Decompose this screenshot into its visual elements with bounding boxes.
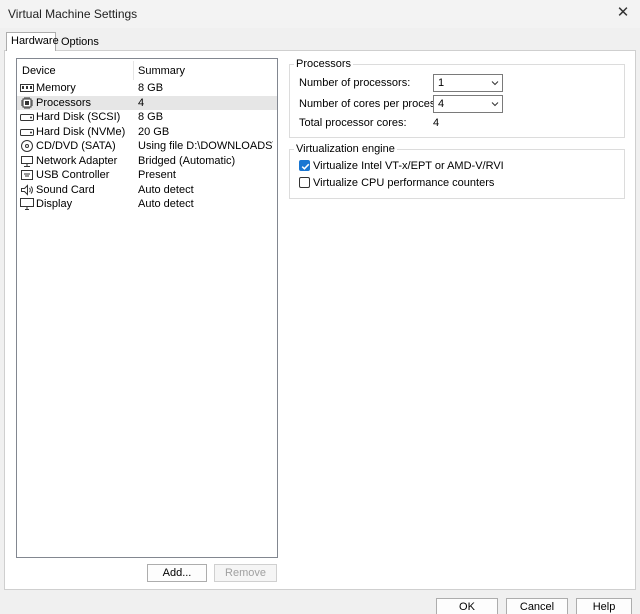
device-row[interactable]: CD/DVD (SATA) Using file D:\DOWNLOADS\IS.… xyxy=(17,139,277,154)
virtualization-engine-group xyxy=(289,149,625,199)
device-rows: Memory 8 GB Processors 4 Hard Disk (SCSI) 8 G… xyxy=(17,81,277,212)
sound-card-icon xyxy=(20,183,34,196)
device-summary: Present xyxy=(138,169,176,181)
device-summary: Auto detect xyxy=(138,183,194,196)
device-name: CD/DVD (SATA) xyxy=(36,140,116,152)
help-button[interactable]: Help xyxy=(576,598,632,614)
remove-device-button[interactable]: Remove xyxy=(214,564,277,582)
cancel-button[interactable]: Cancel xyxy=(506,598,568,614)
window-title: Virtual Machine Settings xyxy=(8,7,138,21)
hard-disk-icon xyxy=(20,111,34,123)
add-device-button[interactable]: Add... xyxy=(147,564,207,582)
device-row[interactable]: USB Controller Present xyxy=(17,168,277,183)
device-row[interactable]: Memory 8 GB xyxy=(17,81,277,96)
virtualization-engine-title: Virtualization engine xyxy=(294,143,397,155)
device-summary: 20 GB xyxy=(138,125,170,138)
processor-icon xyxy=(20,96,34,109)
device-summary: 8 GB xyxy=(138,111,164,123)
device-row[interactable]: Hard Disk (SCSI) 8 GB xyxy=(17,110,277,125)
device-name: Network Adapter xyxy=(36,154,118,167)
vtx-label[interactable]: Virtualize Intel VT-x/EPT or AMD-V/RVI xyxy=(313,160,504,172)
num-processors-label: Number of processors: xyxy=(299,77,411,89)
device-row[interactable]: Hard Disk (NVMe) 20 GB xyxy=(17,125,277,140)
close-icon[interactable]: ✕ xyxy=(614,4,632,22)
device-name: Display xyxy=(36,198,73,210)
hard-disk-icon xyxy=(20,126,34,138)
device-name: Memory xyxy=(36,82,76,94)
tab-hardware[interactable]: Hardware xyxy=(6,32,59,51)
device-name: Hard Disk (NVMe) xyxy=(36,125,126,138)
checkmark-icon xyxy=(301,163,310,170)
device-summary: 4 xyxy=(138,96,145,109)
cores-per-processor-select[interactable]: 4 xyxy=(433,95,503,113)
perf-counters-checkbox[interactable] xyxy=(299,177,310,188)
tab-options[interactable]: Options xyxy=(57,34,101,52)
device-name: Sound Card xyxy=(36,183,95,196)
device-summary: 8 GB xyxy=(138,82,164,94)
device-summary: Auto detect xyxy=(138,198,194,210)
device-name: USB Controller xyxy=(36,169,110,181)
processors-group-title: Processors xyxy=(294,58,354,70)
device-row[interactable]: Processors 4 xyxy=(17,95,277,110)
ok-button[interactable]: OK xyxy=(436,598,498,614)
chevron-down-icon xyxy=(491,81,499,86)
device-list[interactable]: Device Summary Memory 8 GB Processors 4 Hard… xyxy=(16,58,278,558)
column-header-summary[interactable]: Summary xyxy=(138,65,185,77)
device-row[interactable]: Sound Card Auto detect xyxy=(17,183,277,198)
memory-icon xyxy=(20,82,34,94)
perf-counters-label[interactable]: Virtualize CPU performance counters xyxy=(313,177,494,189)
device-row[interactable]: Network Adapter Bridged (Automatic) xyxy=(17,154,277,169)
network-adapter-icon xyxy=(20,155,34,167)
num-processors-value: 1 xyxy=(438,77,445,89)
device-name: Processors xyxy=(36,96,92,109)
device-summary: Using file D:\DOWNLOADS\IS... xyxy=(138,140,273,152)
num-processors-select[interactable]: 1 xyxy=(433,74,503,92)
column-separator[interactable] xyxy=(133,61,134,80)
device-summary: Bridged (Automatic) xyxy=(138,154,236,167)
cores-per-processor-value: 4 xyxy=(438,98,445,110)
total-cores-label: Total processor cores: xyxy=(299,117,407,129)
device-row[interactable]: Display Auto detect xyxy=(17,197,277,212)
device-name: Hard Disk (SCSI) xyxy=(36,111,121,123)
cores-per-processor-label: Number of cores per processor: xyxy=(299,98,454,110)
chevron-down-icon xyxy=(491,102,499,107)
usb-icon xyxy=(20,169,34,181)
column-header-device[interactable]: Device xyxy=(22,65,56,77)
display-icon xyxy=(20,198,34,210)
title-bar: Virtual Machine Settings ✕ xyxy=(0,0,640,28)
vtx-checkbox[interactable] xyxy=(299,160,310,171)
total-cores-value: 4 xyxy=(433,117,440,129)
cd-dvd-icon xyxy=(20,140,34,152)
